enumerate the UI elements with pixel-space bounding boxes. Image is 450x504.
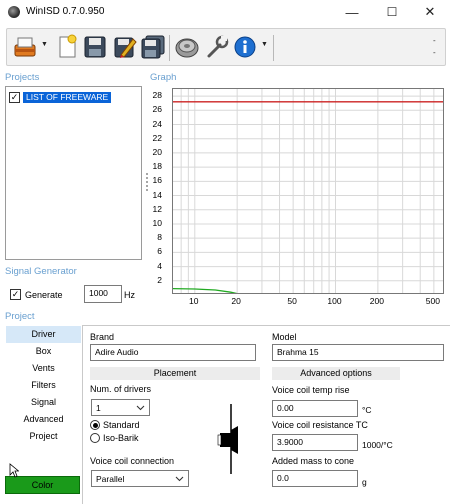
open-project-dropdown-icon[interactable]: ▼	[41, 41, 48, 48]
list-item[interactable]: ✓ LIST OF FREEWARE	[9, 91, 112, 103]
toolbar: ▼ ▼ - -	[6, 28, 446, 66]
temp-rise-field[interactable]: 0.00	[272, 400, 358, 417]
model-label: Model	[272, 332, 297, 342]
model-field[interactable]: Brahma 15	[272, 344, 444, 361]
open-project-icon[interactable]	[11, 32, 39, 62]
standard-label: Standard	[103, 420, 140, 430]
edit-driver-icon[interactable]	[111, 32, 139, 62]
resistance-tc-field[interactable]: 3.9000	[272, 434, 358, 451]
info-icon[interactable]	[231, 32, 259, 62]
resistance-tc-unit: 1000/°C	[362, 440, 393, 450]
y-tick-label: 10	[152, 217, 162, 228]
y-tick-label: 2	[157, 274, 162, 285]
tools-icon[interactable]	[203, 32, 231, 62]
generate-label: Generate	[25, 290, 63, 300]
x-tick-label: 10	[189, 296, 199, 306]
generate-checkbox[interactable]: ✓	[10, 289, 21, 300]
minimize-button[interactable]: —	[334, 0, 370, 24]
chart-canvas	[173, 89, 443, 293]
tab-advanced[interactable]: Advanced	[6, 411, 81, 428]
num-drivers-select[interactable]: 1	[91, 399, 150, 416]
tab-filters[interactable]: Filters	[6, 377, 81, 394]
y-tick-label: 28	[152, 90, 162, 101]
y-tick-label: 16	[152, 175, 162, 186]
tab-signal[interactable]: Signal	[6, 394, 81, 411]
tab-box[interactable]: Box	[6, 343, 81, 360]
projects-list: ✓ LIST OF FREEWARE	[5, 86, 142, 260]
chevron-down-icon	[136, 403, 145, 413]
x-tick-label: 200	[369, 296, 384, 306]
save-all-icon[interactable]	[139, 32, 167, 62]
added-mass-unit: g	[362, 477, 367, 487]
coil-connection-label: Voice coil connection	[90, 456, 175, 466]
close-button[interactable]: ✕	[412, 0, 448, 24]
y-tick-label: 24	[152, 118, 162, 129]
driver-panel: Brand Adire Audio Model Brahma 15 Placem…	[82, 325, 450, 504]
project-checkbox[interactable]: ✓	[9, 91, 20, 103]
project-name[interactable]: LIST OF FREEWARE	[23, 91, 112, 103]
coil-connection-select[interactable]: Parallel	[91, 470, 189, 487]
y-tick-label: 14	[152, 189, 162, 200]
isobarik-radio[interactable]: Iso-Barik	[90, 433, 139, 443]
y-tick-label: 4	[157, 260, 162, 271]
maximize-button[interactable]: ☐	[374, 0, 410, 24]
frequency-unit: Hz	[124, 290, 135, 300]
tab-project[interactable]: Project	[6, 428, 81, 445]
num-drivers-label: Num. of drivers	[90, 384, 152, 394]
advanced-options-header: Advanced options	[272, 367, 400, 380]
brand-field[interactable]: Adire Audio	[90, 344, 256, 361]
isobarik-radio-button[interactable]	[90, 433, 100, 443]
y-tick-label: 6	[157, 246, 162, 257]
driver-db-icon[interactable]	[173, 32, 201, 62]
y-tick-label: 8	[157, 232, 162, 243]
app-logo-icon	[8, 6, 20, 18]
info-dropdown-icon[interactable]: ▼	[261, 41, 268, 48]
num-drivers-value: 1	[96, 402, 101, 413]
save-icon[interactable]	[81, 32, 109, 62]
chevron-down-icon	[175, 474, 184, 484]
added-mass-label: Added mass to cone	[272, 456, 355, 466]
standard-radio[interactable]: Standard	[90, 420, 140, 430]
y-tick-label: 12	[152, 203, 162, 214]
y-tick-label: 20	[152, 146, 162, 157]
y-tick-label: 22	[152, 132, 162, 143]
standard-radio-button[interactable]	[90, 420, 100, 430]
window-title: WinISD 0.7.0.950	[26, 6, 105, 17]
temp-rise-label: Voice coil temp rise	[272, 385, 350, 395]
title-bar: WinISD 0.7.0.950 — ☐ ✕	[0, 0, 450, 26]
x-tick-label: 20	[231, 296, 241, 306]
x-tick-label: 500	[425, 296, 440, 306]
x-tick-label: 100	[327, 296, 342, 306]
tab-vents[interactable]: Vents	[6, 360, 81, 377]
new-project-icon[interactable]	[53, 32, 81, 62]
project-panel-label: Project	[5, 311, 35, 322]
signal-generator-label: Signal Generator	[5, 266, 77, 277]
y-tick-label: 18	[152, 161, 162, 172]
series-line-1	[173, 287, 238, 293]
toolbar-separator	[273, 35, 274, 61]
tab-driver[interactable]: Driver	[6, 326, 81, 343]
resistance-tc-label: Voice coil resistance TC	[272, 420, 368, 430]
frequency-input[interactable]: 1000	[84, 285, 122, 303]
project-nav: Driver Box Vents Filters Signal Advanced…	[6, 325, 81, 469]
x-tick-label: 50	[287, 296, 297, 306]
coil-connection-value: Parallel	[96, 473, 125, 484]
y-tick-label: 26	[152, 104, 162, 115]
toolbar-overflow-dots[interactable]: - -	[433, 35, 436, 59]
isobarik-label: Iso-Barik	[103, 433, 139, 443]
frequency-response-chart	[172, 88, 444, 294]
toolbar-separator	[169, 35, 170, 61]
temp-rise-unit: °C	[362, 405, 372, 415]
placement-header: Placement	[90, 367, 260, 380]
projects-label: Projects	[5, 72, 40, 83]
speaker-placement-diagram	[201, 402, 259, 476]
brand-label: Brand	[90, 332, 115, 342]
added-mass-field[interactable]: 0.0	[272, 470, 358, 487]
mouse-cursor-icon	[9, 463, 20, 480]
graph-label: Graph	[150, 72, 177, 83]
